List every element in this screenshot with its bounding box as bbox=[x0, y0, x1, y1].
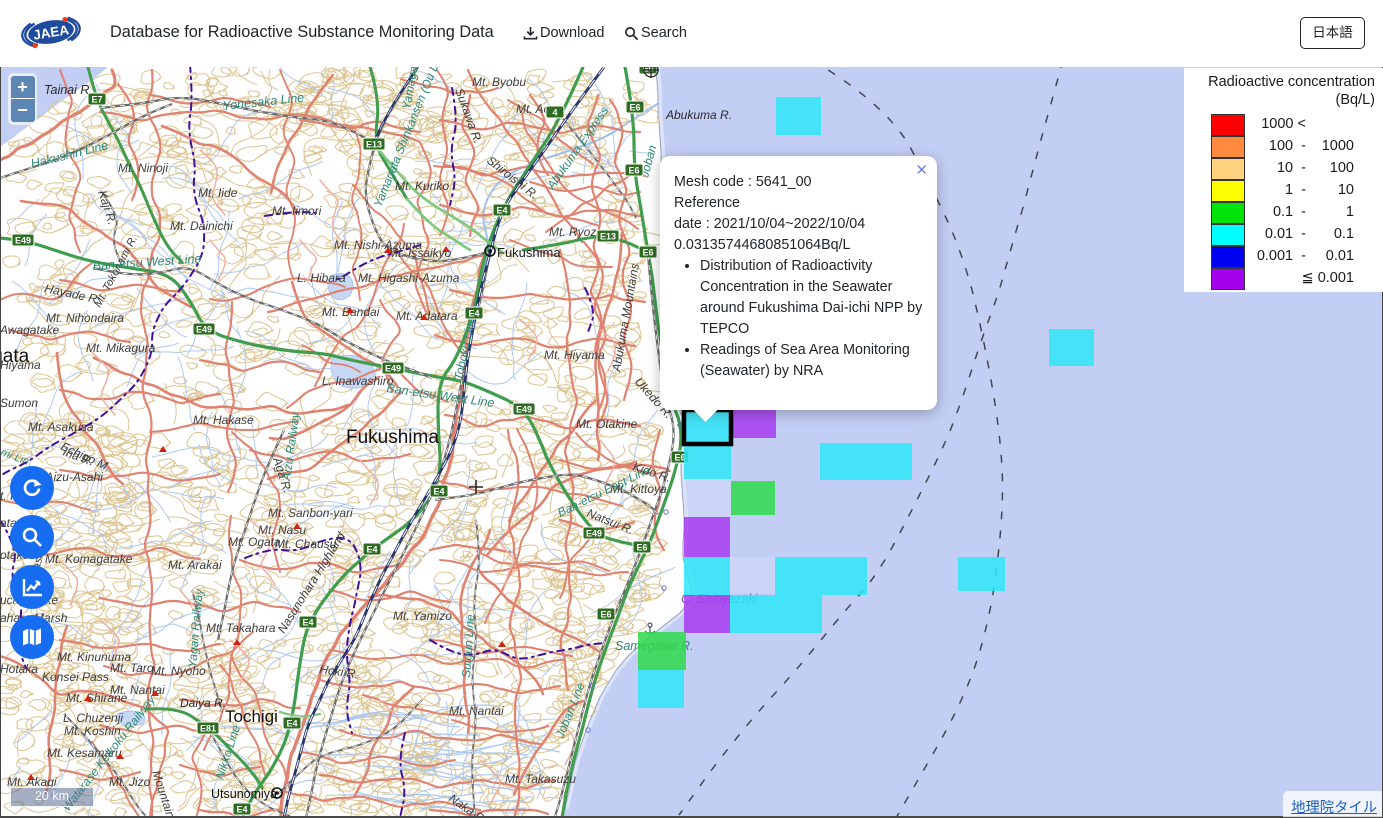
svg-text:Sumon: Sumon bbox=[0, 396, 38, 410]
svg-text:E4: E4 bbox=[236, 805, 247, 815]
svg-text:Mt. Hakase: Mt. Hakase bbox=[193, 413, 254, 427]
svg-text:Fukushima: Fukushima bbox=[497, 245, 561, 260]
svg-text:Mt. Higashi-Azuma: Mt. Higashi-Azuma bbox=[358, 271, 460, 285]
svg-text:E49: E49 bbox=[516, 405, 532, 415]
svg-text:E49: E49 bbox=[196, 325, 212, 335]
svg-text:4: 4 bbox=[552, 108, 557, 118]
svg-text:Mt. Iide: Mt. Iide bbox=[198, 186, 238, 200]
svg-text:E4: E4 bbox=[302, 618, 313, 628]
svg-text:Abukuma R.: Abukuma R. bbox=[665, 108, 732, 122]
svg-text:Mt. Issaikyo: Mt. Issaikyo bbox=[388, 246, 452, 260]
svg-text:E4: E4 bbox=[366, 545, 377, 555]
svg-text:Mt. Asakusa: Mt. Asakusa bbox=[28, 420, 94, 434]
svg-text:Hotaka: Hotaka bbox=[0, 662, 38, 676]
svg-text:Mt. Yamizo: Mt. Yamizo bbox=[393, 609, 452, 623]
svg-text:E49: E49 bbox=[385, 364, 401, 374]
svg-text:Tainai R.: Tainai R. bbox=[44, 83, 93, 97]
svg-text:Mt. Jizo: Mt. Jizo bbox=[109, 775, 151, 789]
svg-text:E7: E7 bbox=[91, 95, 102, 105]
svg-text:Mt. Ogata: Mt. Ogata bbox=[228, 535, 281, 549]
svg-text:Mt. Komagatake: Mt. Komagatake bbox=[45, 552, 133, 566]
svg-text:Utsunomiya: Utsunomiya bbox=[211, 787, 277, 801]
svg-text:E81: E81 bbox=[200, 724, 216, 734]
svg-text:E6: E6 bbox=[600, 610, 611, 620]
svg-text:E4: E4 bbox=[433, 487, 444, 497]
svg-text:Fukushima: Fukushima bbox=[346, 427, 439, 448]
svg-text:Konsei Pass: Konsei Pass bbox=[42, 670, 109, 684]
svg-text:E6: E6 bbox=[674, 453, 685, 463]
svg-text:Mt. Shirane: Mt. Shirane bbox=[66, 691, 128, 705]
svg-text:L. Inawashiro: L. Inawashiro bbox=[322, 374, 394, 388]
svg-text:E4: E4 bbox=[496, 206, 507, 216]
svg-text:Mt. Arakai: Mt. Arakai bbox=[168, 558, 222, 572]
svg-text:Daiya R.: Daiya R. bbox=[180, 696, 226, 710]
svg-text:E13: E13 bbox=[366, 140, 382, 150]
svg-text:E6: E6 bbox=[629, 103, 640, 113]
svg-text:Mt. Byobu: Mt. Byobu bbox=[472, 75, 526, 89]
svg-text:L. Hibara: L. Hibara bbox=[297, 271, 346, 285]
svg-text:Tochigi: Tochigi bbox=[225, 707, 278, 726]
svg-text:E4: E4 bbox=[286, 719, 297, 729]
svg-text:Mt. Mikagura: Mt. Mikagura bbox=[86, 341, 156, 355]
svg-text:Mt. Nantai: Mt. Nantai bbox=[449, 704, 504, 718]
svg-text:Hiyama: Hiyama bbox=[0, 358, 41, 372]
svg-text:Mt. Otakine: Mt. Otakine bbox=[576, 417, 638, 431]
svg-text:E13: E13 bbox=[600, 232, 616, 242]
svg-text:Awagatake: Awagatake bbox=[0, 323, 59, 337]
svg-text:Mt. Iimori: Mt. Iimori bbox=[272, 204, 322, 218]
svg-text:E6: E6 bbox=[628, 166, 639, 176]
svg-text:Mt. Takasuzu: Mt. Takasuzu bbox=[505, 772, 576, 786]
svg-text:Mt. Takahara: Mt. Takahara bbox=[206, 621, 276, 635]
svg-text:Mt. Adatara: Mt. Adatara bbox=[396, 309, 458, 323]
svg-text:Mt. Sanbon-yari: Mt. Sanbon-yari bbox=[268, 506, 353, 520]
svg-text:E49: E49 bbox=[586, 529, 602, 539]
svg-text:Mt. Dainichi: Mt. Dainichi bbox=[170, 219, 233, 233]
svg-text:Mt. Ninoji: Mt. Ninoji bbox=[118, 161, 168, 175]
svg-text:Mt. Kuriko: Mt. Kuriko bbox=[395, 179, 449, 193]
svg-text:E49: E49 bbox=[15, 236, 31, 246]
svg-text:E4: E4 bbox=[468, 309, 479, 319]
svg-text:Mt. Hiyama: Mt. Hiyama bbox=[544, 348, 605, 362]
svg-text:Mt. Taro: Mt. Taro bbox=[110, 661, 154, 675]
svg-text:E6: E6 bbox=[642, 248, 653, 258]
svg-text:E6: E6 bbox=[636, 543, 647, 553]
svg-text:L. Chuzenji: L. Chuzenji bbox=[63, 711, 123, 725]
